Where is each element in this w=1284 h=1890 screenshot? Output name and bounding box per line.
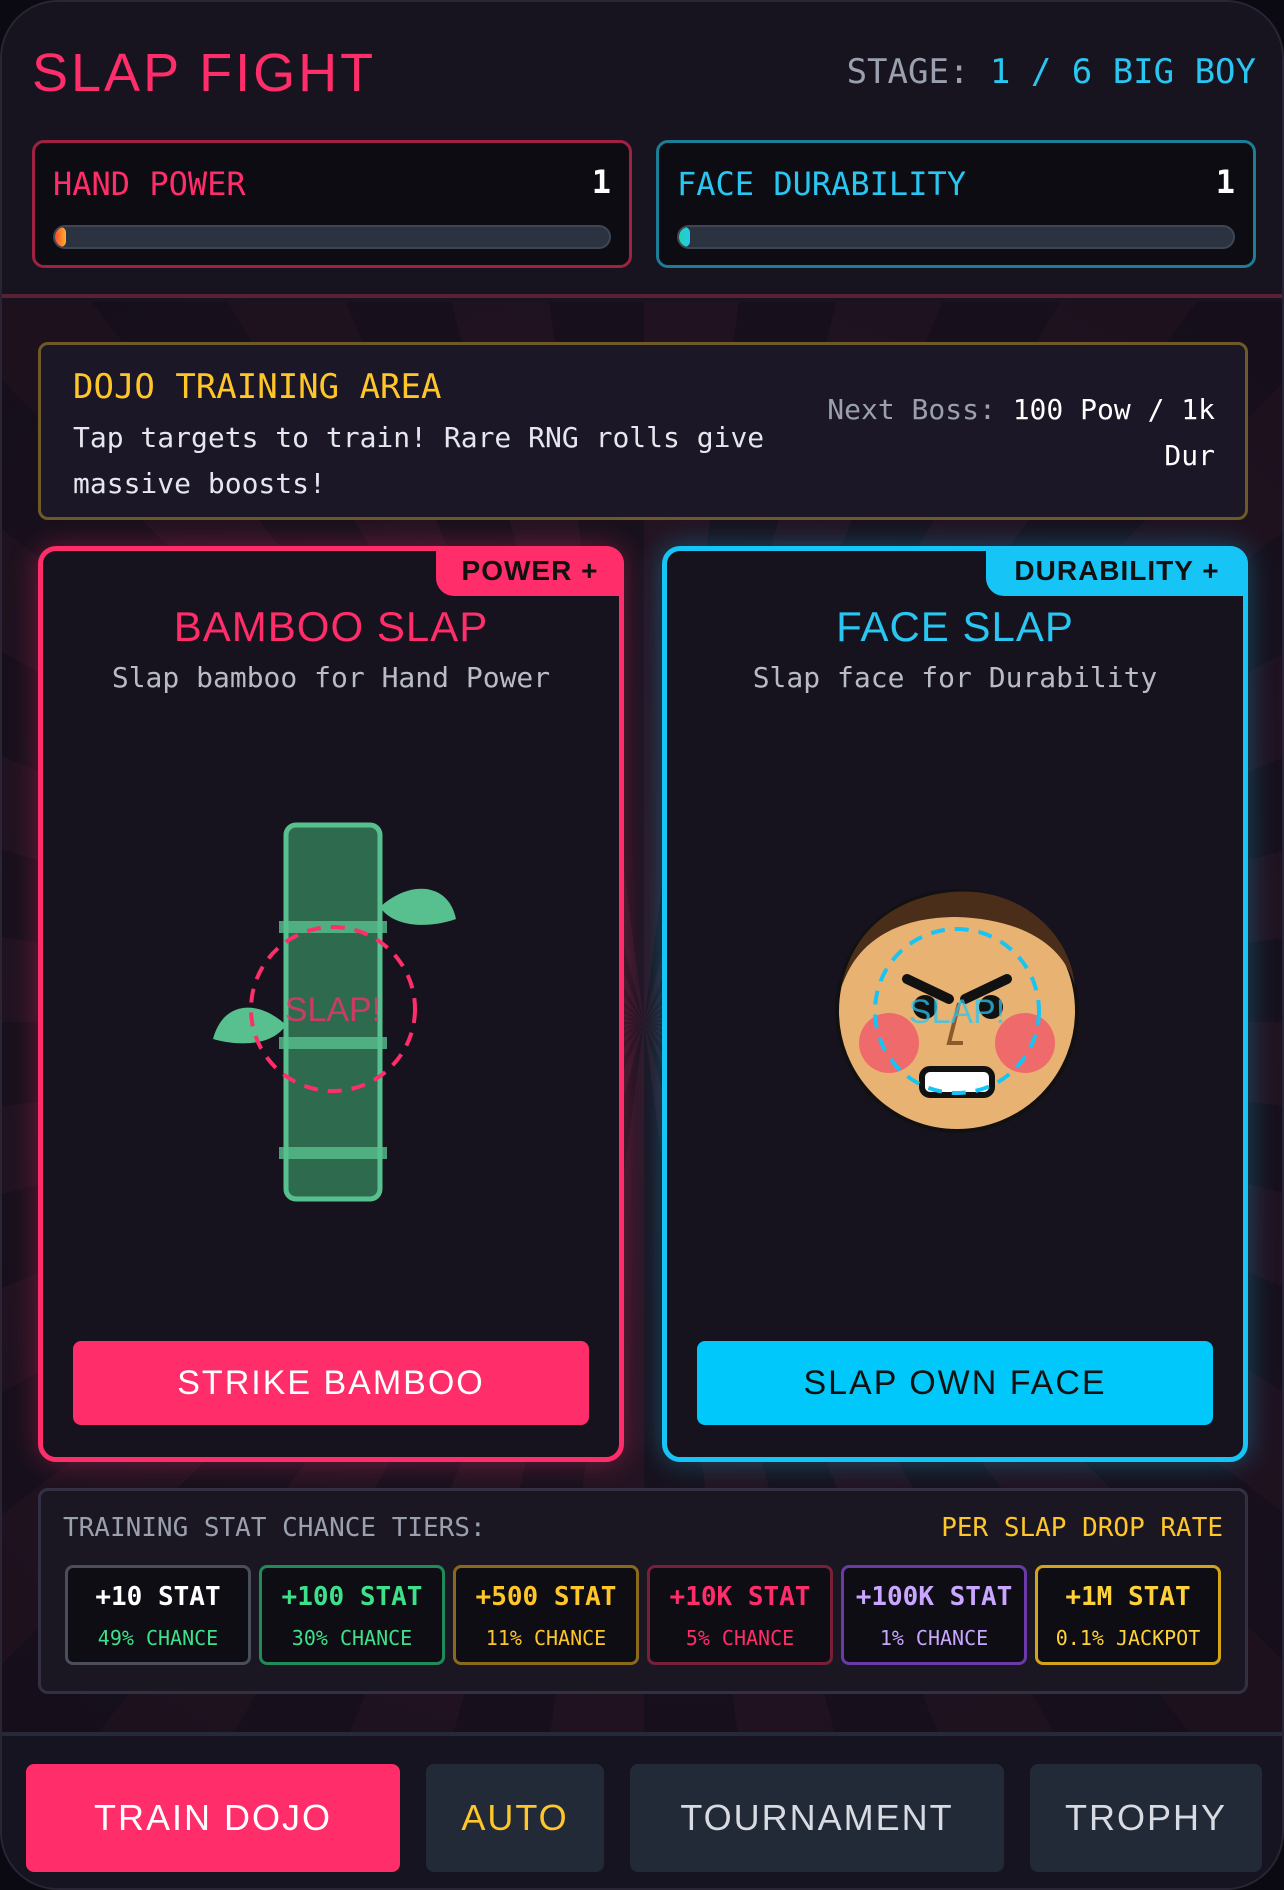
strike-bamboo-button[interactable]: STRIKE BAMBOO [73,1341,589,1425]
dojo-info-panel: DOJO TRAINING AREA Tap targets to train!… [38,342,1248,520]
slap-target-text: SLAP! [285,991,381,1029]
bamboo-card-subtitle: Slap bamboo for Hand Power [111,661,551,694]
tier-chance: 30% CHANCE [291,1626,413,1650]
bamboo-slap-card: POWER + BAMBOO SLAP Slap bamboo for Hand… [38,546,624,1462]
chance-tiers-panel: TRAINING STAT CHANCE TIERS: PER SLAP DRO… [38,1488,1248,1694]
face-durability-label: FACE DURABILITY [677,165,966,203]
tiers-heading: TRAINING STAT CHANCE TIERS: [63,1513,486,1543]
tier-chip: +10K STAT 5% CHANCE [647,1565,833,1665]
next-boss-value: 100 Pow / 1k Dur [1012,393,1215,472]
next-boss-info: Next Boss: 100 Pow / 1k Dur [815,387,1215,479]
tier-chip: +500 STAT 11% CHANCE [453,1565,639,1665]
header: SLAP FIGHT STAGE: 1 / 6 BIG BOY HAND POW… [2,2,1282,298]
slap-target-text: SLAP! [909,993,1005,1031]
tier-chance: 5% CHANCE [685,1626,795,1650]
game-screen: SLAP FIGHT STAGE: 1 / 6 BIG BOY HAND POW… [0,0,1284,1890]
training-area: DOJO TRAINING AREA Tap targets to train!… [2,302,1282,1732]
stage-indicator: STAGE: 1 / 6 BIG BOY [847,52,1256,92]
game-title: SLAP FIGHT [32,43,377,103]
tier-amount: +100 STAT [281,1582,423,1612]
tier-amount: +100K STAT [855,1582,1013,1612]
bamboo-card-title: BAMBOO SLAP [173,603,489,650]
durability-tag: DURABILITY + [986,546,1248,596]
dojo-description: Tap targets to train! Rare RNG rolls giv… [73,421,765,500]
face-card-title: FACE SLAP [836,603,1074,650]
face-durability-value: 1 [1215,163,1235,201]
hand-power-label: HAND POWER [53,165,246,203]
tier-chance: 1% CHANCE [879,1626,989,1650]
power-tag: POWER + [436,546,624,596]
tier-amount: +500 STAT [475,1582,617,1612]
face-card-subtitle: Slap face for Durability [752,661,1158,694]
tier-chance: 49% CHANCE [97,1626,219,1650]
face-target[interactable]: SLAP! [667,811,1243,1211]
slap-own-face-button[interactable]: SLAP OWN FACE [697,1341,1213,1425]
tier-amount: +10K STAT [669,1582,811,1612]
face-slap-card: DURABILITY + FACE SLAP Slap face for Dur… [662,546,1248,1462]
nav-tournament[interactable]: TOURNAMENT [630,1764,1004,1872]
face-durability-bar [677,225,1235,249]
tier-chance: 0.1% JACKPOT [1055,1626,1201,1650]
face-durability-panel: FACE DURABILITY 1 [656,140,1256,268]
tier-chip: +100 STAT 30% CHANCE [259,1565,445,1665]
bamboo-target[interactable]: SLAP! [43,811,619,1211]
nav-trophy[interactable]: TROPHY [1030,1764,1262,1872]
drop-rate-label: PER SLAP DROP RATE [941,1513,1223,1543]
tier-amount: +10 STAT [95,1582,221,1612]
dojo-heading: DOJO TRAINING AREA [73,367,442,407]
stage-value: 1 / 6 BIG BOY [989,52,1256,92]
next-boss-label: Next Boss: [827,393,996,426]
hand-power-bar [53,225,611,249]
bottom-nav: TRAIN DOJO AUTO TOURNAMENT TROPHY [2,1732,1282,1888]
face-durability-bar-fill [679,227,691,247]
tier-chance: 11% CHANCE [485,1626,607,1650]
tier-chip: +100K STAT 1% CHANCE [841,1565,1027,1665]
tier-amount: +1M STAT [1065,1582,1191,1612]
hand-power-value: 1 [591,163,611,201]
tier-chip: +1M STAT 0.1% JACKPOT [1035,1565,1221,1665]
hand-power-bar-fill [55,227,67,247]
stage-label: STAGE: [846,52,970,92]
tier-chip: +10 STAT 49% CHANCE [65,1565,251,1665]
hand-power-panel: HAND POWER 1 [32,140,632,268]
nav-train-dojo[interactable]: TRAIN DOJO [26,1764,400,1872]
nav-auto[interactable]: AUTO [426,1764,604,1872]
